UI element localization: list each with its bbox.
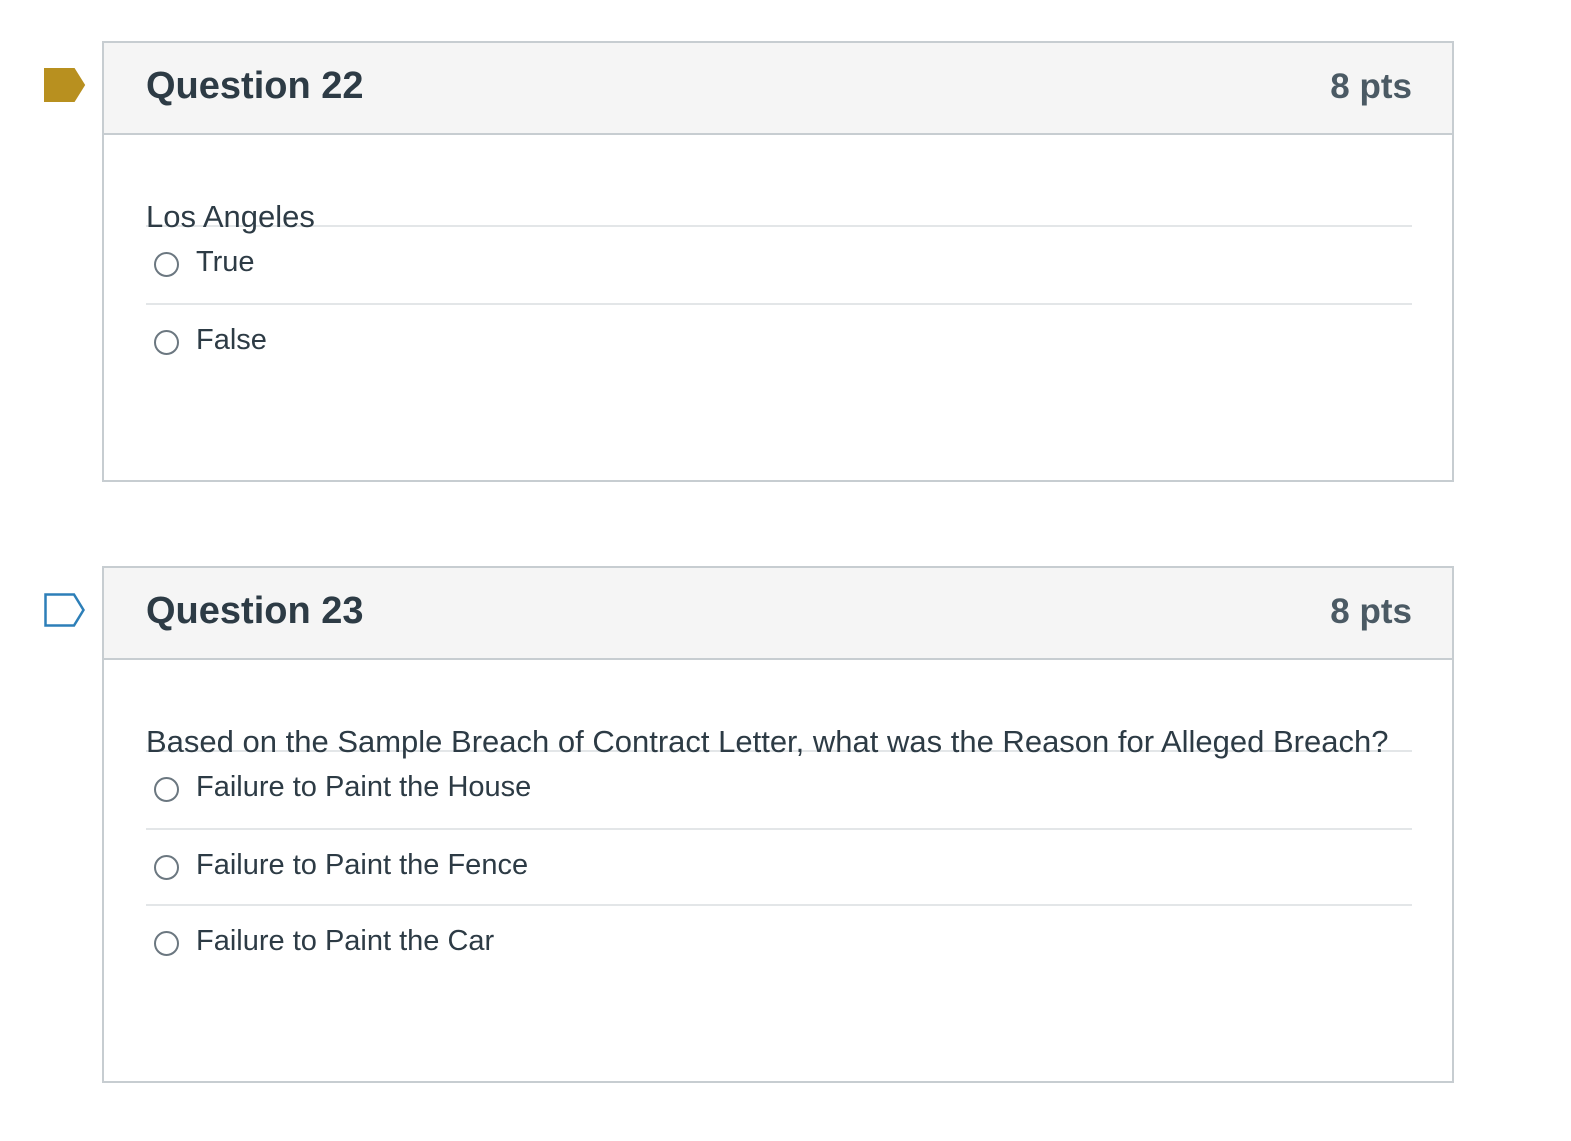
question-header: Question 23 8 pts [104, 568, 1452, 660]
radio-button[interactable] [154, 931, 179, 956]
radio-button[interactable] [154, 252, 179, 277]
answer-list: True False [146, 227, 1412, 379]
answer-label[interactable]: True [196, 243, 255, 281]
answer-list: Failure to Paint the House Failure to Pa… [146, 752, 1412, 980]
question-points: 8 pts [1330, 592, 1412, 631]
question-body: Los Angeles True False [104, 135, 1452, 379]
answer-label[interactable]: Failure to Paint the Car [196, 922, 494, 960]
answer-label[interactable]: Failure to Paint the Fence [196, 846, 528, 884]
answer-option-car[interactable]: Failure to Paint the Car [146, 904, 1412, 980]
question-header: Question 22 8 pts [104, 43, 1452, 135]
flag-question-icon[interactable] [44, 593, 86, 627]
answer-option-fence[interactable]: Failure to Paint the Fence [146, 828, 1412, 904]
question-card: Question 22 8 pts Los Angeles True False [102, 41, 1454, 482]
question-title: Question 23 [146, 590, 364, 632]
question-points: 8 pts [1330, 67, 1412, 106]
question-title: Question 22 [146, 65, 364, 107]
answer-label[interactable]: Failure to Paint the House [196, 768, 531, 806]
question-text: Los Angeles [146, 135, 1412, 234]
answer-label[interactable]: False [196, 321, 267, 359]
answer-option-false[interactable]: False [146, 303, 1412, 379]
answer-option-true[interactable]: True [146, 227, 1412, 303]
radio-button[interactable] [154, 330, 179, 355]
question-text: Based on the Sample Breach of Contract L… [146, 660, 1412, 759]
radio-button[interactable] [154, 855, 179, 880]
radio-button[interactable] [154, 777, 179, 802]
answer-option-house[interactable]: Failure to Paint the House [146, 752, 1412, 828]
flag-question-icon[interactable] [44, 68, 86, 102]
question-body: Based on the Sample Breach of Contract L… [104, 660, 1452, 980]
question-card: Question 23 8 pts Based on the Sample Br… [102, 566, 1454, 1083]
